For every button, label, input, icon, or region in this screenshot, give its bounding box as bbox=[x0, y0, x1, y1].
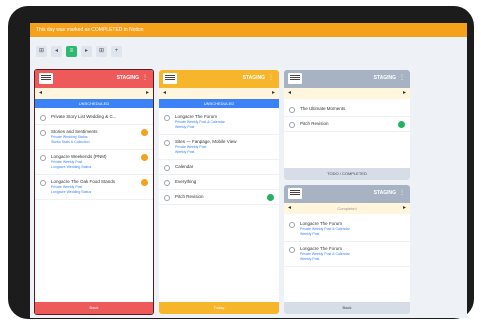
item-title: Pitch Revision bbox=[300, 121, 329, 126]
item-subtitle: Longacre Wedding Status bbox=[51, 165, 92, 169]
list-icon[interactable]: ≡ bbox=[66, 46, 77, 57]
list-item[interactable]: Sites — Fanpage, Mobile View Private Wee… bbox=[159, 135, 279, 160]
checkbox-icon[interactable] bbox=[164, 115, 170, 121]
list-item[interactable]: Longacre The Forum Private Weekly Post &… bbox=[284, 242, 410, 267]
next-arrow-icon[interactable]: ▸ bbox=[146, 88, 149, 99]
list-item[interactable]: Longacre The Forum Private Weekly Post &… bbox=[159, 110, 279, 135]
status-badge bbox=[141, 129, 148, 136]
add-icon[interactable]: + bbox=[111, 46, 122, 57]
column-title: STAGING bbox=[242, 75, 265, 81]
toolbar: ⊞ ◂ ≡ ▸ ⊞ + bbox=[30, 37, 467, 67]
menu-icon[interactable]: ⋮ bbox=[398, 74, 406, 83]
checkbox-icon[interactable] bbox=[40, 115, 46, 121]
list-item[interactable]: Pitch Revision bbox=[284, 117, 410, 132]
list-item[interactable]: Everything bbox=[159, 175, 279, 190]
checkbox-icon[interactable] bbox=[164, 165, 170, 171]
list-item[interactable]: The Ultimate Moments bbox=[284, 102, 410, 117]
list-item[interactable]: Longacre The Forum Private Weekly Post &… bbox=[284, 217, 410, 242]
column-staging-4: STAGING ⋮ ◂ Completed ▸ Longacre The For… bbox=[284, 185, 410, 314]
column-footer[interactable]: Today bbox=[159, 302, 279, 314]
checkbox-icon[interactable] bbox=[40, 130, 46, 136]
column-staging-3: STAGING ⋮ ◂ ▸ The Ultimate Moments Pitch… bbox=[284, 70, 410, 180]
logo bbox=[39, 73, 53, 84]
date-nav: ◂ ▸ bbox=[284, 88, 410, 99]
logo bbox=[288, 188, 302, 199]
back-icon[interactable]: ◂ bbox=[51, 46, 62, 57]
tablet-frame: This day was marked as COMPLETED in Noti… bbox=[8, 6, 474, 319]
calendar-icon[interactable]: ⊞ bbox=[96, 46, 107, 57]
next-arrow-icon[interactable]: ▸ bbox=[403, 88, 406, 99]
menu-icon[interactable]: ⋮ bbox=[398, 189, 406, 198]
checkbox-icon[interactable] bbox=[289, 122, 295, 128]
logo bbox=[288, 73, 302, 84]
item-title: The Ultimate Moments bbox=[300, 106, 346, 111]
checkbox-icon[interactable] bbox=[164, 180, 170, 186]
menu-icon[interactable]: ⋮ bbox=[267, 74, 275, 83]
item-subtitle: Studio Stats & Collection bbox=[51, 140, 90, 144]
prev-arrow-icon[interactable]: ◂ bbox=[39, 88, 42, 99]
date-nav: ◂ Completed ▸ bbox=[284, 203, 410, 214]
item-subtitle: Weekly Post bbox=[175, 125, 195, 129]
checkbox-icon[interactable] bbox=[289, 222, 295, 228]
checkbox-icon[interactable] bbox=[164, 195, 170, 201]
item-title: Private Story List Wedding & C... bbox=[51, 114, 117, 119]
column-title: STAGING bbox=[116, 75, 139, 81]
task-list: The Ultimate Moments Pitch Revision bbox=[284, 102, 410, 132]
checkbox-icon[interactable] bbox=[164, 140, 170, 146]
date-nav: ◂ ▸ bbox=[35, 88, 153, 99]
checkbox-icon[interactable] bbox=[289, 247, 295, 253]
item-title: Pitch Revision bbox=[175, 194, 204, 199]
date-nav: ◂ ▸ bbox=[159, 88, 279, 99]
list-item[interactable]: Private Story List Wedding & C... bbox=[35, 110, 153, 125]
task-list: Longacre The Forum Private Weekly Post &… bbox=[159, 110, 279, 205]
next-arrow-icon[interactable]: ▸ bbox=[272, 88, 275, 99]
column-header: STAGING ⋮ bbox=[35, 70, 153, 88]
column-staging-1: STAGING ⋮ ◂ ▸ UNSCHEDULED Private Story … bbox=[34, 69, 154, 315]
checkbox-icon[interactable] bbox=[289, 107, 295, 113]
section-divider[interactable]: TODO / COMPLETED bbox=[284, 168, 410, 180]
app-screen: This day was marked as COMPLETED in Noti… bbox=[30, 23, 467, 318]
task-list: Longacre The Forum Private Weekly Post &… bbox=[284, 217, 410, 267]
column-title: STAGING bbox=[373, 190, 396, 196]
section-header: UNSCHEDULED bbox=[159, 99, 279, 108]
column-header: STAGING ⋮ bbox=[284, 70, 410, 88]
grid-icon[interactable]: ⊞ bbox=[36, 46, 47, 57]
column-footer[interactable]: Back bbox=[284, 302, 410, 314]
next-arrow-icon[interactable]: ▸ bbox=[403, 203, 406, 214]
status-badge bbox=[267, 194, 274, 201]
item-subtitle: Weekly Post bbox=[175, 150, 195, 154]
prev-arrow-icon[interactable]: ◂ bbox=[163, 88, 166, 99]
status-badge bbox=[398, 121, 405, 128]
list-item[interactable]: Pitch Revision bbox=[159, 190, 279, 205]
task-list: Private Story List Wedding & C... Storie… bbox=[35, 110, 153, 200]
status-banner: This day was marked as COMPLETED in Noti… bbox=[30, 23, 467, 37]
column-header: STAGING ⋮ bbox=[159, 70, 279, 88]
item-title: Everything bbox=[175, 179, 197, 184]
column-title: STAGING bbox=[373, 75, 396, 81]
list-item[interactable]: Stories and Sentiments Private Wedding S… bbox=[35, 125, 153, 150]
column-staging-2: STAGING ⋮ ◂ ▸ UNSCHEDULED Longacre The F… bbox=[159, 70, 279, 314]
section-header: UNSCHEDULED bbox=[35, 99, 153, 108]
menu-icon[interactable]: ⋮ bbox=[141, 74, 149, 83]
item-title: Calendar bbox=[175, 164, 194, 169]
date-label: Completed bbox=[337, 206, 357, 211]
item-subtitle: Weekly Post bbox=[300, 257, 320, 261]
status-badge bbox=[141, 179, 148, 186]
status-badge bbox=[141, 154, 148, 161]
checkbox-icon[interactable] bbox=[40, 155, 46, 161]
list-item[interactable]: Longacre The Oak Food Stands Private Wee… bbox=[35, 175, 153, 200]
column-header: STAGING ⋮ bbox=[284, 185, 410, 203]
prev-arrow-icon[interactable]: ◂ bbox=[288, 88, 291, 99]
checkbox-icon[interactable] bbox=[40, 180, 46, 186]
item-subtitle: Longacre Wedding Status bbox=[51, 190, 92, 194]
column-footer[interactable]: Back bbox=[35, 302, 153, 314]
list-item[interactable]: Longacre Weekends (PNM) Private Weekly P… bbox=[35, 150, 153, 175]
item-subtitle: Weekly Post bbox=[300, 232, 320, 236]
list-item[interactable]: Calendar bbox=[159, 160, 279, 175]
forward-icon[interactable]: ▸ bbox=[81, 46, 92, 57]
logo bbox=[163, 73, 177, 84]
